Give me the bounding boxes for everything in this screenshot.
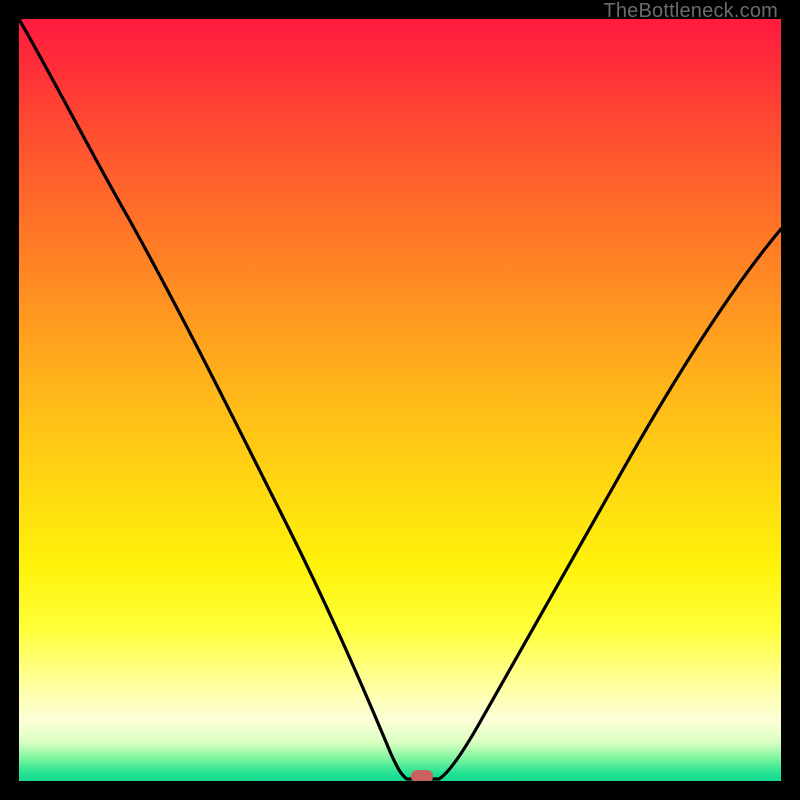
plot-area xyxy=(19,19,781,781)
watermark-text: TheBottleneck.com xyxy=(603,0,778,23)
bottleneck-curve xyxy=(19,19,781,779)
chart-svg xyxy=(19,19,781,781)
bottleneck-marker xyxy=(411,770,433,781)
